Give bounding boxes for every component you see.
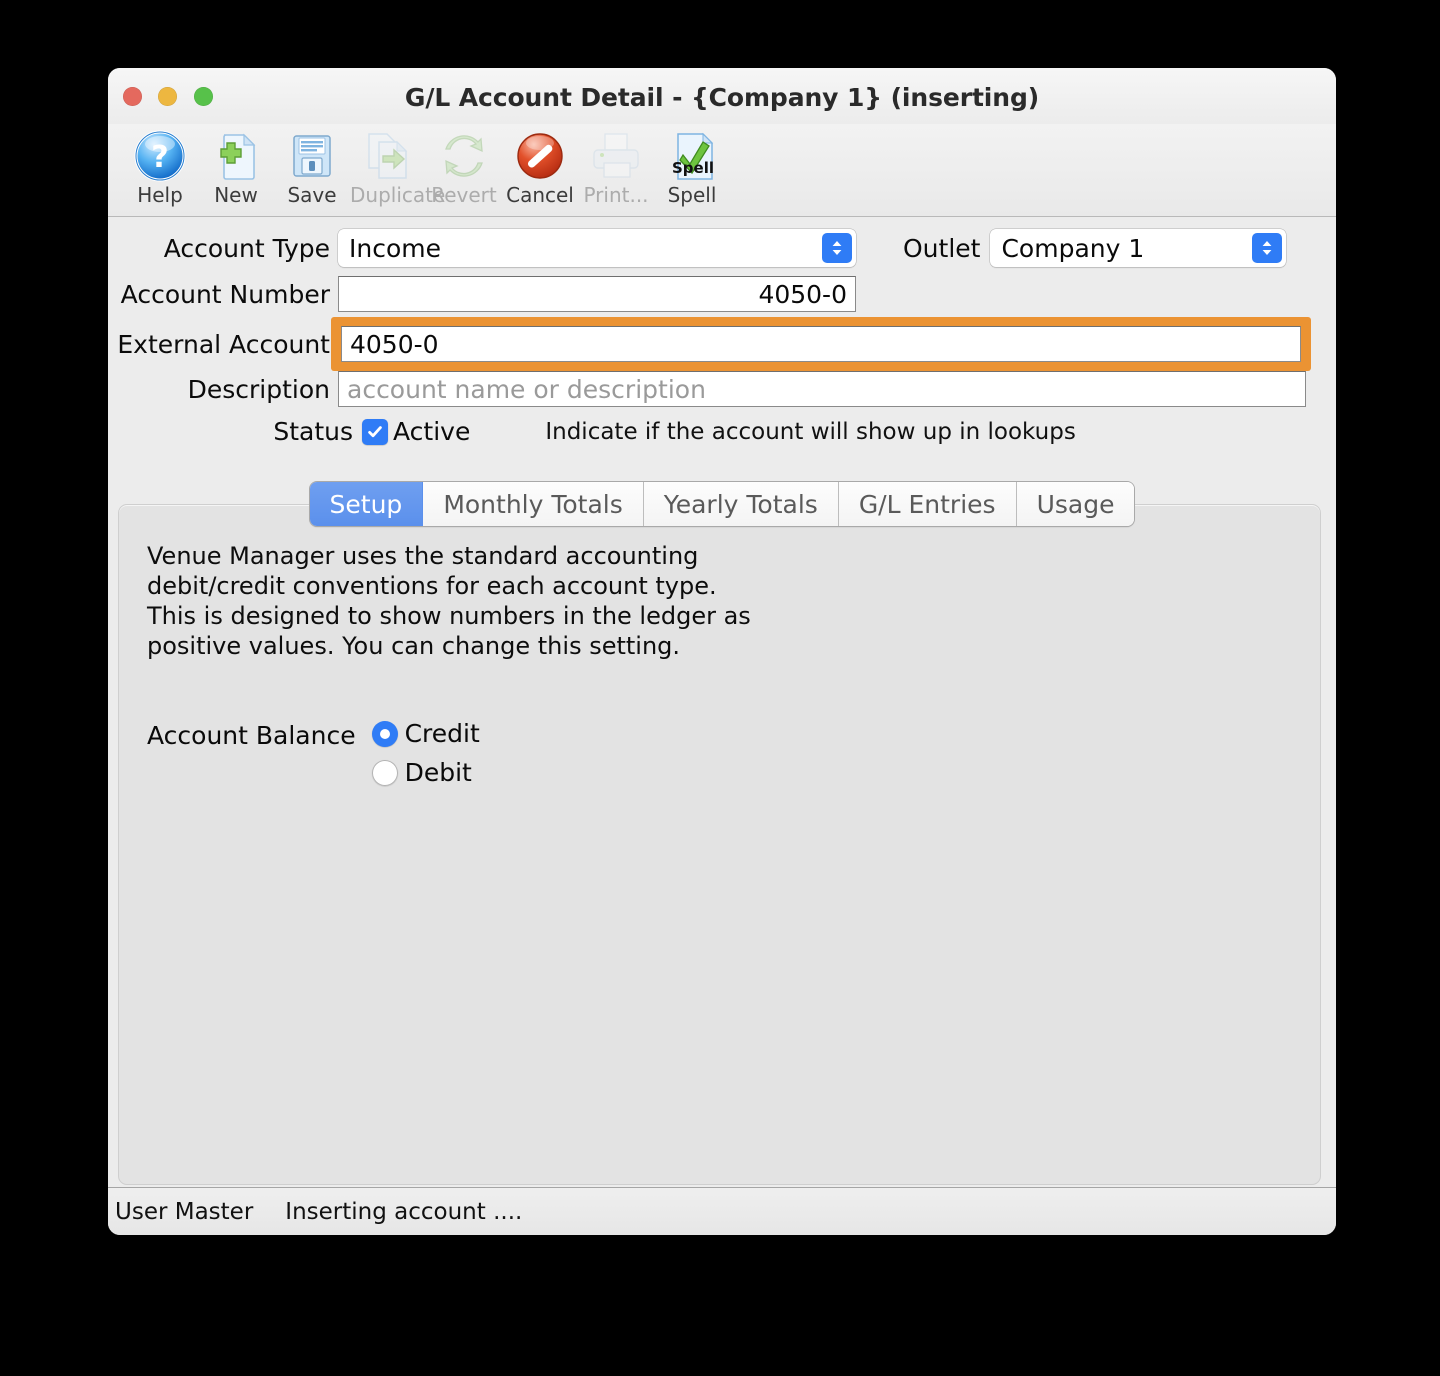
account-number-value: 4050-0: [758, 279, 847, 309]
toolbar-button-save[interactable]: Save: [274, 124, 350, 207]
outlet-label: Outlet: [903, 233, 981, 263]
tab-section: Venue Manager uses the standard accounti…: [108, 482, 1336, 1187]
toolbar-label-revert: Revert: [431, 183, 497, 207]
window-titlebar: G/L Account Detail - {Company 1} (insert…: [108, 68, 1336, 124]
spell-icon: Spell: [654, 127, 730, 185]
toolbar-button-new[interactable]: New: [198, 124, 274, 207]
svg-text:?: ?: [151, 140, 168, 175]
setup-blurb: Venue Manager uses the standard accounti…: [147, 542, 751, 660]
radio-credit-label: Credit: [404, 719, 480, 748]
tab-gl-entries[interactable]: G/L Entries: [838, 482, 1017, 526]
tab-setup[interactable]: Setup: [309, 482, 424, 526]
window-title: G/L Account Detail - {Company 1} (insert…: [404, 83, 1040, 112]
status-message: Inserting account ....: [285, 1198, 523, 1225]
gl-account-detail-window: G/L Account Detail - {Company 1} (insert…: [108, 68, 1336, 1235]
toolbar-button-cancel[interactable]: Cancel: [502, 124, 578, 207]
radio-debit-label: Debit: [404, 758, 472, 787]
toolbar-button-spell[interactable]: Spell Spell: [654, 124, 730, 207]
setup-panel: Venue Manager uses the standard accounti…: [118, 504, 1321, 1185]
status-bar: User Master Inserting account ....: [108, 1187, 1336, 1235]
save-icon: [274, 127, 350, 185]
chevron-updown-icon[interactable]: [822, 233, 852, 263]
description-placeholder: account name or description: [347, 374, 706, 404]
tab-usage[interactable]: Usage: [1016, 482, 1135, 526]
toolbar-label-new: New: [214, 183, 258, 207]
toolbar-button-duplicate: Duplicate: [350, 124, 446, 207]
status-hint: Indicate if the account will show up in …: [545, 418, 1076, 445]
account-form: Account Type Income Outlet Company 1 Acc…: [108, 217, 1336, 462]
account-balance-option-credit[interactable]: Credit: [371, 719, 480, 748]
tab-monthly-totals[interactable]: Monthly Totals: [423, 482, 644, 526]
active-checkbox-label: Active: [393, 417, 471, 446]
new-icon: [198, 127, 274, 185]
account-type-label: Account Type: [163, 233, 330, 263]
toolbar-label-print: Print...: [583, 183, 649, 207]
duplicate-icon: [350, 127, 426, 185]
external-account-input[interactable]: 4050-0: [341, 326, 1301, 362]
status-label: Status: [273, 417, 353, 446]
account-balance-option-debit[interactable]: Debit: [371, 758, 480, 787]
svg-text:Spell: Spell: [672, 159, 714, 177]
toolbar-button-print: Print...: [578, 124, 654, 207]
toolbar: ? Help New Save Duplicate Revert Cancel …: [108, 124, 1336, 217]
status-user: User Master: [115, 1198, 254, 1225]
toolbar-label-help: Help: [137, 183, 183, 207]
toolbar-button-help[interactable]: ? Help: [122, 124, 198, 207]
help-icon: ?: [122, 127, 198, 185]
radio-debit-icon[interactable]: [371, 759, 398, 786]
toolbar-label-spell: Spell: [667, 183, 717, 207]
toolbar-label-duplicate: Duplicate: [350, 183, 446, 207]
active-checkbox[interactable]: [362, 418, 388, 445]
tab-bar: Setup Monthly Totals Yearly Totals G/L E…: [108, 482, 1336, 526]
print-icon: [578, 127, 654, 185]
outlet-value: Company 1: [1001, 233, 1145, 263]
description-input[interactable]: account name or description: [338, 371, 1306, 407]
account-type-value: Income: [349, 233, 441, 263]
toolbar-label-save: Save: [287, 183, 337, 207]
outlet-select[interactable]: Company 1: [990, 229, 1287, 267]
account-type-select[interactable]: Income: [338, 229, 856, 267]
account-number-label: Account Number: [120, 279, 330, 309]
chevron-updown-icon[interactable]: [1252, 233, 1283, 263]
account-number-input[interactable]: 4050-0: [338, 276, 856, 312]
external-account-label: External Account: [117, 329, 330, 359]
cancel-icon: [502, 127, 578, 185]
external-account-focus-ring: 4050-0: [331, 317, 1311, 371]
description-label: Description: [187, 374, 330, 404]
checkmark-icon: [368, 425, 382, 437]
radio-credit-icon[interactable]: [371, 720, 398, 747]
revert-icon: [426, 127, 502, 185]
external-account-value: 4050-0: [350, 329, 439, 359]
account-balance-label: Account Balance: [147, 721, 356, 750]
toolbar-label-cancel: Cancel: [506, 183, 574, 207]
tab-yearly-totals[interactable]: Yearly Totals: [643, 482, 839, 526]
toolbar-button-revert: Revert: [426, 124, 502, 207]
